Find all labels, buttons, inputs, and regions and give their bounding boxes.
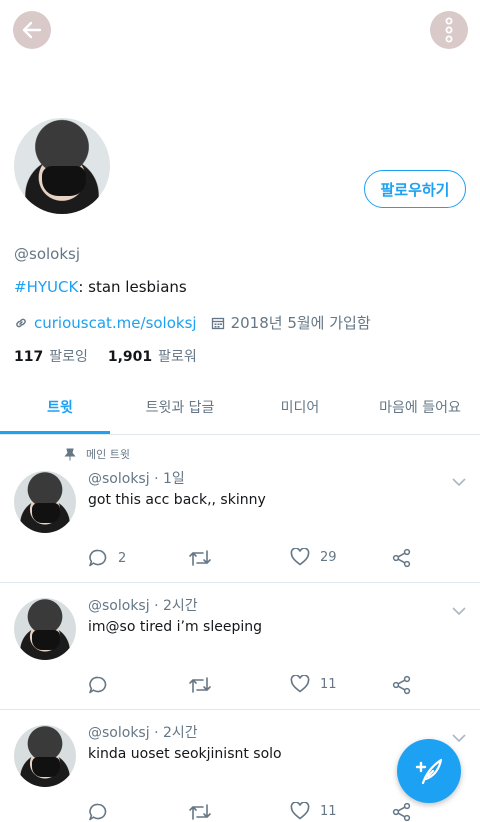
bio-hashtag[interactable]: #HYUCK [14,278,78,296]
profile-joined: 2018년 5월에 가입함 [230,314,371,332]
tweet-separator: · [154,725,159,741]
tweet-menu[interactable] [452,601,466,620]
reply-count: 2 [118,550,127,566]
tweet-text: im@so tired i’m sleeping [88,619,262,635]
tab-likes[interactable]: 마음에 들어요 [360,380,480,434]
retweet-icon [189,804,211,820]
like-count: 11 [320,803,337,819]
tweet[interactable]: @soloksj · 1일 got this acc back,, skinny… [0,436,480,583]
reply-button[interactable]: 2 [88,548,126,568]
tweet-actions: 11 [88,675,428,697]
tweet-handle[interactable]: @soloksj [88,598,150,614]
tweet-time: 1일 [162,471,185,487]
like-count: 11 [320,676,337,692]
heart-icon [290,548,310,566]
calendar-icon [211,316,225,330]
retweet-icon [189,677,211,693]
bio-text: : stan lesbians [78,278,187,296]
profile-bio: #HYUCK: stan lesbians [14,278,187,296]
followers-count: 1,901 [107,349,153,365]
retweet-button[interactable] [188,675,212,695]
more-options-button[interactable] [430,11,468,49]
tab-media[interactable]: 미디어 [240,380,360,434]
share-icon [392,802,411,822]
followers-label: 팔로워 [158,349,197,365]
retweet-button[interactable] [188,802,212,822]
tweet-menu[interactable] [452,728,466,747]
like-count: 29 [320,549,337,565]
reply-button[interactable] [88,675,118,695]
following-stat[interactable]: 117 팔로잉 [14,346,88,366]
tweet[interactable]: @soloksj · 2시간 im@so tired i’m sleeping … [0,583,480,710]
tweet-separator: · [154,471,159,487]
tweet-handle[interactable]: @soloksj [88,725,150,741]
like-button[interactable]: 11 [290,675,337,693]
tweet-header: @soloksj · 2시간 [88,595,198,615]
chevron-down-icon [452,478,466,487]
share-button[interactable] [392,802,412,822]
compose-tweet-button[interactable] [397,739,461,803]
profile-handle: @soloksj [14,245,81,263]
more-vertical-icon [445,17,453,43]
tab-tweets-replies[interactable]: 트윗과 답글 [120,380,240,434]
profile-avatar[interactable] [14,118,110,214]
share-button[interactable] [392,548,412,568]
tweet-header: @soloksj · 1일 [88,468,185,488]
chevron-down-icon [452,607,466,616]
retweet-icon [189,550,211,566]
tweet-separator: · [154,598,159,614]
tweet-menu[interactable] [452,472,466,491]
following-label: 팔로잉 [49,349,88,365]
like-button[interactable]: 29 [290,548,337,566]
tweet-avatar[interactable] [14,598,76,660]
share-button[interactable] [392,675,412,695]
tab-tweets[interactable]: 트윗 [0,380,120,434]
tweet-actions: 11 [88,802,428,822]
follow-button[interactable]: 팔로우하기 [364,170,466,208]
reply-icon [89,676,107,694]
back-button[interactable] [13,11,51,49]
profile-link[interactable]: curiouscat.me/soloksj [34,314,197,332]
profile-meta: curiouscat.me/soloksj 2018년 5월에 가입함 [14,312,371,333]
tweet-handle[interactable]: @soloksj [88,471,150,487]
tweet-time: 2시간 [162,725,198,741]
tweet-avatar[interactable] [14,725,76,787]
heart-icon [290,802,310,820]
reply-button[interactable] [88,802,118,822]
retweet-button[interactable] [188,548,212,568]
tweet-text: kinda uoset seokjinisnt solo [88,746,282,762]
heart-icon [290,675,310,693]
following-count: 117 [14,349,44,365]
reply-icon [89,803,107,821]
tweet-avatar[interactable] [14,471,76,533]
profile-stats: 117 팔로잉 1,901 팔로워 [14,346,217,366]
tweet-actions: 2 29 [88,548,428,570]
active-tab-indicator [0,431,110,434]
tweet-text: got this acc back,, skinny [88,492,266,508]
profile-tabs: 트윗 트윗과 답글 미디어 마음에 들어요 [0,380,480,435]
tweet-header: @soloksj · 2시간 [88,722,198,742]
like-button[interactable]: 11 [290,802,337,820]
tweet-time: 2시간 [162,598,198,614]
link-icon [16,318,26,327]
back-arrow-icon [22,21,42,39]
chevron-down-icon [452,734,466,743]
share-icon [392,675,411,695]
compose-icon [415,758,443,785]
share-icon [392,548,411,568]
reply-icon [89,549,107,567]
followers-stat[interactable]: 1,901 팔로워 [108,346,197,366]
